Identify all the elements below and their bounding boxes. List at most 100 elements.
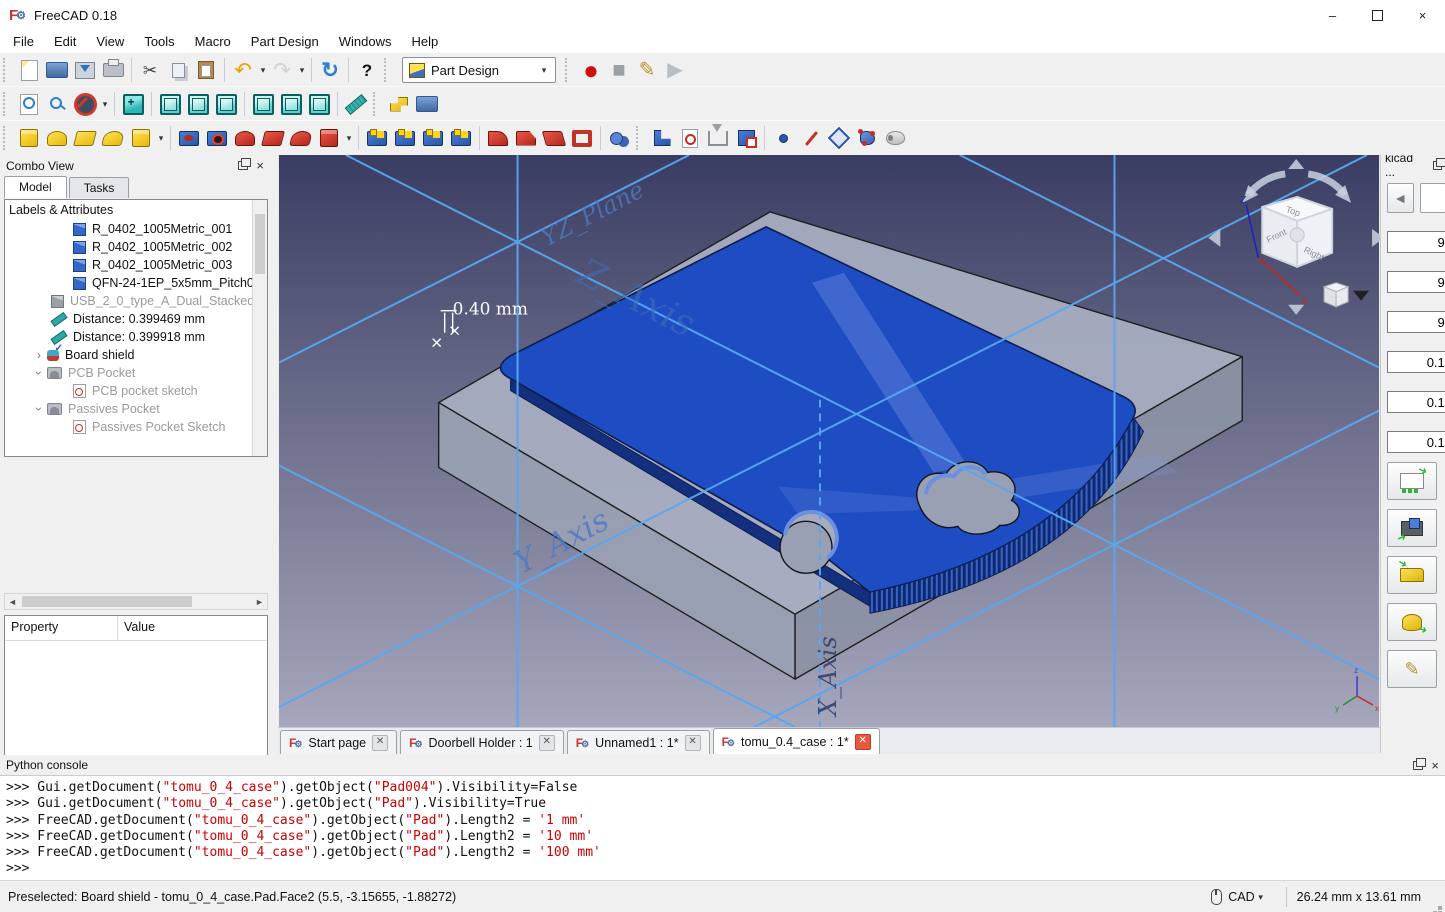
menu-view[interactable]: View bbox=[87, 32, 133, 51]
close-panel-icon[interactable]: × bbox=[1431, 759, 1439, 772]
refresh-button[interactable]: ↻ bbox=[316, 56, 344, 84]
macro-stop-button[interactable]: ■ bbox=[605, 56, 633, 84]
macro-play-button[interactable]: ▶ bbox=[661, 56, 689, 84]
minimize-button[interactable]: – bbox=[1310, 0, 1355, 30]
macro-edit-button[interactable]: ✎ bbox=[633, 56, 661, 84]
3d-viewport[interactable]: YZ_Plane Z_Axis Y_Axis X_Axis 0.40 mm bbox=[278, 155, 1380, 727]
float-panel-icon[interactable] bbox=[1433, 161, 1442, 170]
tree-horizontal-scrollbar[interactable]: ◄ ► bbox=[4, 593, 268, 610]
close-button[interactable]: × bbox=[1400, 0, 1445, 30]
tab-close-icon[interactable]: ✕ bbox=[372, 735, 388, 751]
thickness-button[interactable] bbox=[568, 124, 596, 152]
subtractive-primitive-button[interactable] bbox=[315, 124, 343, 152]
datum-point-button[interactable] bbox=[769, 124, 797, 152]
kicad-export-ic-button[interactable] bbox=[1387, 509, 1437, 547]
groove-button[interactable] bbox=[231, 124, 259, 152]
chevron-expanded-icon[interactable]: › bbox=[32, 365, 46, 381]
menu-windows[interactable]: Windows bbox=[330, 32, 401, 51]
tab-start-page[interactable]: F⚙ Start page ✕ bbox=[280, 730, 397, 754]
print-button[interactable] bbox=[99, 56, 127, 84]
chevron-collapsed-icon[interactable]: › bbox=[31, 348, 47, 362]
view-front-button[interactable] bbox=[156, 90, 184, 118]
tab-close-icon[interactable]: ✕ bbox=[539, 735, 555, 751]
tree-item[interactable]: R_0402_1005Metric_001 bbox=[5, 220, 267, 238]
scroll-right-icon[interactable]: ► bbox=[252, 597, 267, 607]
shapebinder-button[interactable] bbox=[648, 124, 676, 152]
create-group-button[interactable] bbox=[413, 90, 441, 118]
undo-button[interactable]: ↶ bbox=[229, 56, 257, 84]
kicad-back-button[interactable]: ◄ bbox=[1387, 183, 1414, 213]
tree-item[interactable]: ›Board shield bbox=[5, 346, 267, 364]
map-sketch-button[interactable] bbox=[732, 124, 760, 152]
python-console-input[interactable]: >>> Gui.getDocument("tomu_0_4_case").get… bbox=[0, 776, 1445, 887]
scroll-left-icon[interactable]: ◄ bbox=[5, 597, 20, 607]
subtractive-pipe-button[interactable] bbox=[287, 124, 315, 152]
draft-button[interactable] bbox=[540, 124, 568, 152]
tree-item[interactable]: Passives Pocket Sketch bbox=[5, 418, 267, 436]
datum-plane-button[interactable] bbox=[825, 124, 853, 152]
tree-item[interactable]: R_0402_1005Metric_002 bbox=[5, 238, 267, 256]
tab-tasks[interactable]: Tasks bbox=[69, 177, 130, 198]
view-left-button[interactable] bbox=[305, 90, 333, 118]
create-body-button[interactable] bbox=[385, 90, 413, 118]
fillet-button[interactable] bbox=[484, 124, 512, 152]
kicad-angle-field-2[interactable] bbox=[1387, 271, 1445, 293]
kicad-offset-field-3[interactable] bbox=[1387, 431, 1445, 453]
tab-close-icon[interactable]: ✕ bbox=[685, 735, 701, 751]
linear-pattern-button[interactable] bbox=[391, 124, 419, 152]
undo-dropdown[interactable]: ▾ bbox=[258, 65, 268, 76]
tree-item[interactable]: PCB pocket sketch bbox=[5, 382, 267, 400]
new-file-button[interactable] bbox=[15, 56, 43, 84]
tree-vertical-scrollbar[interactable] bbox=[252, 200, 267, 456]
new-sketch-button[interactable] bbox=[676, 124, 704, 152]
tree-item[interactable]: ›Passives Pocket bbox=[5, 400, 267, 418]
measure-distance-button[interactable] bbox=[342, 90, 370, 118]
tree-item[interactable]: Distance: 0.399918 mm bbox=[5, 328, 267, 346]
kicad-angle-field-3[interactable] bbox=[1387, 311, 1445, 333]
whats-this-button[interactable]: ? bbox=[353, 56, 381, 84]
additive-pipe-button[interactable] bbox=[99, 124, 127, 152]
kicad-export-db-button[interactable] bbox=[1387, 603, 1437, 641]
tab-unnamed1[interactable]: F⚙ Unnamed1 : 1* ✕ bbox=[567, 730, 710, 754]
chamfer-button[interactable] bbox=[512, 124, 540, 152]
validate-sketch-button[interactable] bbox=[704, 124, 732, 152]
additive-loft-button[interactable] bbox=[71, 124, 99, 152]
copy-button[interactable] bbox=[164, 56, 192, 84]
boolean-button[interactable] bbox=[605, 124, 633, 152]
save-button[interactable] bbox=[71, 56, 99, 84]
paste-button[interactable] bbox=[192, 56, 220, 84]
revolution-button[interactable] bbox=[43, 124, 71, 152]
tree-item[interactable]: USB_2_0_type_A_Dual_Stacked_jac bbox=[5, 292, 267, 310]
polar-pattern-button[interactable] bbox=[419, 124, 447, 152]
kicad-blank-button[interactable] bbox=[1420, 183, 1445, 213]
menu-part-design[interactable]: Part Design bbox=[242, 32, 328, 51]
nav-mini-cube-icon[interactable] bbox=[1324, 283, 1348, 307]
cut-button[interactable]: ✂ bbox=[136, 56, 164, 84]
tree-item[interactable]: R_0402_1005Metric_003 bbox=[5, 256, 267, 274]
toolbar-handle[interactable] bbox=[3, 126, 10, 150]
mirrored-button[interactable] bbox=[363, 124, 391, 152]
view-bottom-button[interactable] bbox=[277, 90, 305, 118]
resize-grip-icon[interactable] bbox=[1438, 906, 1442, 910]
view-right-button[interactable] bbox=[212, 90, 240, 118]
kicad-offset-field-2[interactable] bbox=[1387, 391, 1445, 413]
pad-button[interactable] bbox=[15, 124, 43, 152]
kicad-edit-button[interactable]: ✎ bbox=[1387, 650, 1437, 688]
tree-item[interactable]: QFN-24-1EP_5x5mm_Pitch0.65 bbox=[5, 274, 267, 292]
tab-tomu-case[interactable]: F⚙ tomu_0.4_case : 1* ✕ bbox=[713, 728, 880, 754]
tab-doorbell-holder[interactable]: F⚙ Doorbell Holder : 1 ✕ bbox=[400, 730, 564, 754]
navigation-style-dropdown[interactable]: CAD ▾ bbox=[1211, 889, 1265, 905]
kicad-offset-field-1[interactable] bbox=[1387, 351, 1445, 373]
view-axonometric-button[interactable] bbox=[119, 90, 147, 118]
menu-help[interactable]: Help bbox=[402, 32, 447, 51]
workbench-selector[interactable]: Part Design ▾ bbox=[402, 57, 556, 83]
float-panel-icon[interactable] bbox=[1413, 761, 1423, 770]
toolbar-handle[interactable] bbox=[384, 58, 391, 82]
float-panel-icon[interactable] bbox=[238, 161, 248, 170]
open-button[interactable] bbox=[43, 56, 71, 84]
tree-item[interactable]: ›PCB Pocket bbox=[5, 364, 267, 382]
panel-splitter[interactable] bbox=[270, 155, 278, 753]
redo-dropdown[interactable]: ▾ bbox=[297, 65, 307, 76]
tab-close-icon[interactable]: ✕ bbox=[855, 734, 871, 750]
additive-primitive-dropdown[interactable]: ▾ bbox=[156, 133, 166, 144]
